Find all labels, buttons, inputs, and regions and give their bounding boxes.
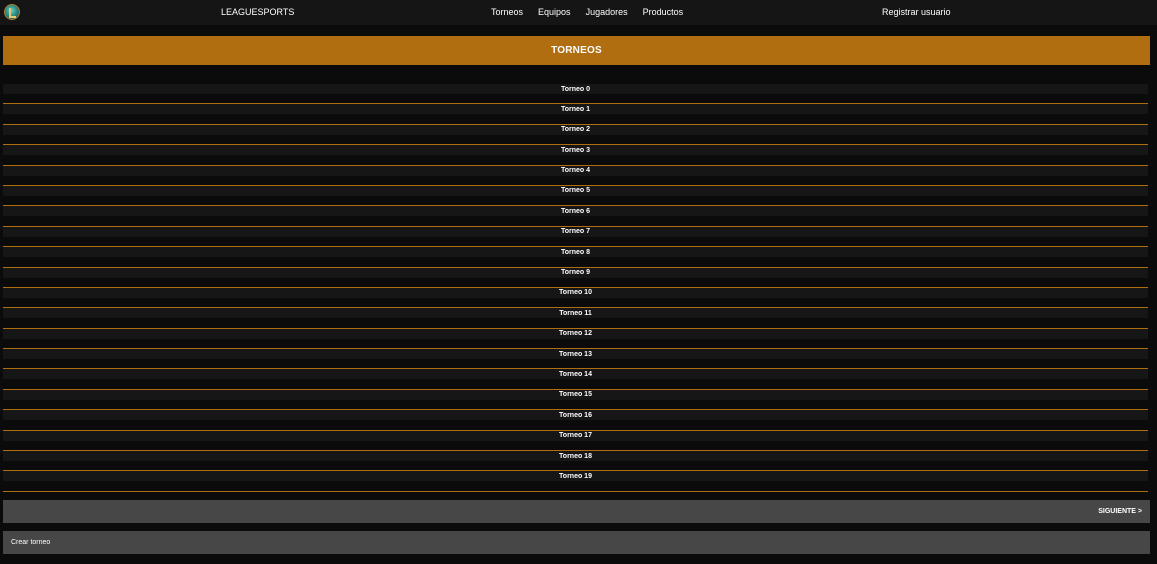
tournament-name: Torneo 6 (560, 207, 591, 215)
tournament-row[interactable]: Torneo 9 (3, 267, 1148, 288)
tournament-row[interactable]: Torneo 10 (3, 287, 1148, 309)
tournament-name: Torneo 4 (560, 167, 591, 175)
tournament-row[interactable]: Torneo 18 (3, 451, 1148, 472)
tournament-row[interactable]: Torneo 17 (3, 430, 1148, 452)
page-title: TORNEOS (551, 45, 602, 56)
tournament-name: Torneo 7 (560, 228, 591, 236)
tournament-name: Torneo 18 (559, 452, 592, 460)
tournament-row[interactable]: Torneo 14 (3, 369, 1148, 390)
tournament-row[interactable]: Torneo 2 (3, 124, 1148, 146)
tournament-row[interactable]: Torneo 19 (3, 471, 1148, 492)
tournament-name: Torneo 13 (559, 350, 592, 358)
brand-link[interactable]: LEAGUESPORTS (221, 7, 294, 17)
league-logo-icon[interactable] (4, 4, 20, 20)
tournament-name: Torneo 14 (559, 370, 592, 378)
nav-links: Torneos Equipos Jugadores Productos (491, 7, 683, 17)
tournament-row[interactable]: Torneo 13 (3, 349, 1148, 370)
next-page-button[interactable]: SIGUIENTE > (1098, 508, 1142, 515)
tournament-name: Torneo 9 (560, 269, 591, 277)
tournament-row[interactable]: Torneo 8 (3, 247, 1148, 268)
create-tournament-label: Crear torneo (11, 539, 51, 546)
tournament-name: Torneo 5 (560, 187, 591, 195)
tournament-row[interactable]: Torneo 12 (3, 328, 1148, 350)
tournament-name: Torneo 10 (559, 289, 592, 297)
top-navbar: LEAGUESPORTS Torneos Equipos Jugadores P… (0, 0, 1157, 25)
nav-link-torneos[interactable]: Torneos (491, 7, 523, 17)
tournament-row[interactable]: Torneo 1 (3, 104, 1148, 125)
tournament-name: Torneo 2 (560, 126, 591, 134)
nav-link-equipos[interactable]: Equipos (538, 7, 571, 17)
tournament-row[interactable]: Torneo 0 (3, 84, 1148, 105)
tournament-name: Torneo 8 (560, 248, 591, 256)
tournament-name: Torneo 12 (559, 330, 592, 338)
tournament-row[interactable]: Torneo 15 (3, 389, 1148, 411)
tournament-name: Torneo 16 (559, 411, 592, 419)
tournament-row[interactable]: Torneo 11 (3, 308, 1148, 329)
tournament-name: Torneo 0 (560, 85, 591, 93)
tournament-row[interactable]: Torneo 5 (3, 185, 1148, 207)
tournament-row[interactable]: Torneo 7 (3, 226, 1148, 248)
tournament-list: Torneo 0 Torneo 1 Torneo 2 Torneo 3 Torn… (3, 84, 1148, 492)
tournament-name: Torneo 11 (559, 309, 592, 317)
nav-link-jugadores[interactable]: Jugadores (586, 7, 628, 17)
tournament-name: Torneo 17 (559, 432, 592, 440)
register-user-link[interactable]: Registrar usuario (882, 7, 951, 17)
page-title-banner: TORNEOS (3, 36, 1150, 65)
tournament-row[interactable]: Torneo 3 (3, 145, 1148, 166)
tournament-name: Torneo 1 (560, 105, 591, 113)
tournament-row[interactable]: Torneo 4 (3, 165, 1148, 186)
pagination-bar: SIGUIENTE > (3, 500, 1150, 523)
tournament-row[interactable]: Torneo 16 (3, 410, 1148, 431)
nav-link-productos[interactable]: Productos (643, 7, 684, 17)
tournament-name: Torneo 19 (559, 472, 592, 480)
tournament-name: Torneo 15 (559, 391, 592, 399)
tournament-row[interactable]: Torneo 6 (3, 206, 1148, 227)
tournament-name: Torneo 3 (560, 146, 591, 154)
create-tournament-button[interactable]: Crear torneo (3, 531, 1150, 554)
